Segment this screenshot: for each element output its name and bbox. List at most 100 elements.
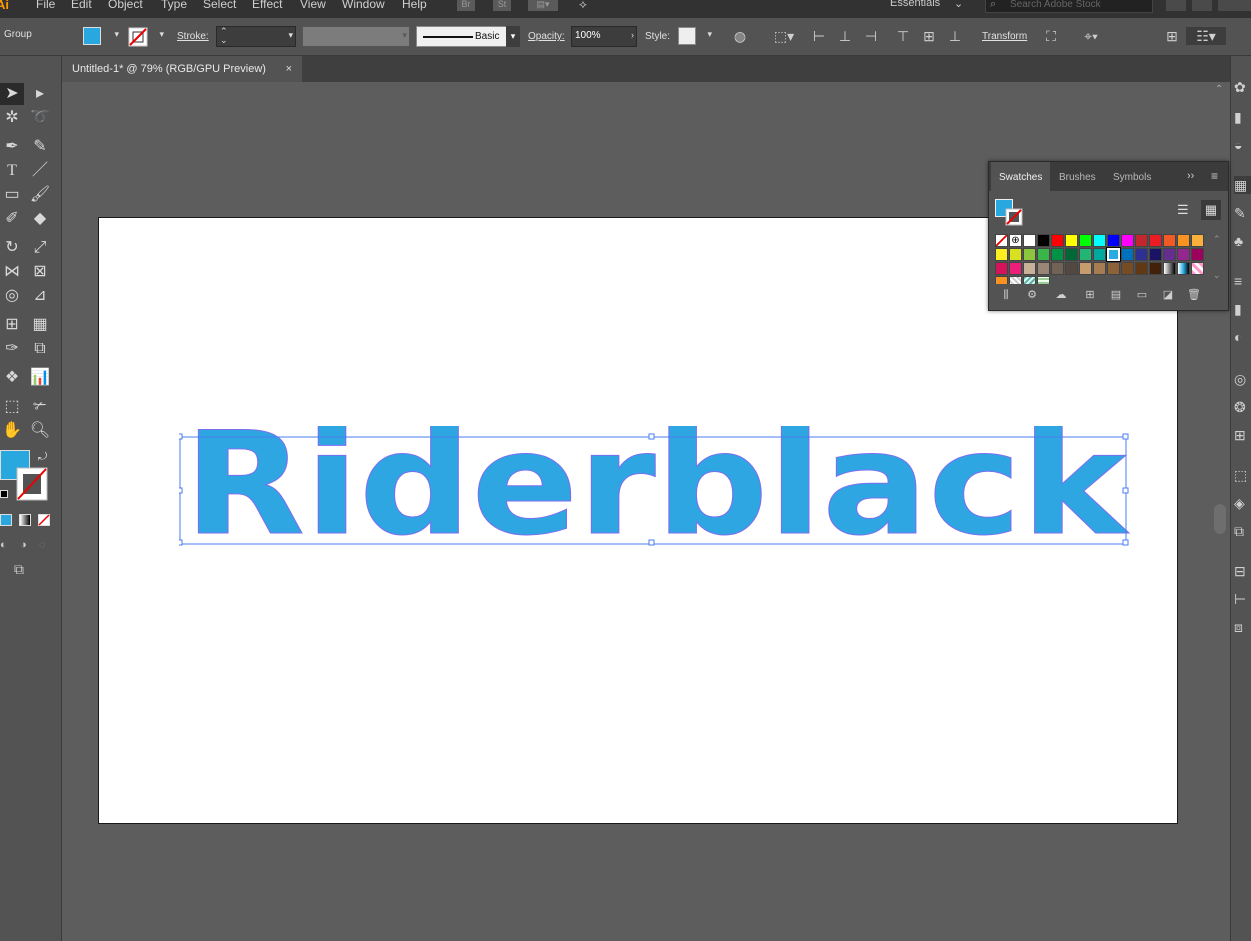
swatch-cell[interactable] xyxy=(1093,234,1106,247)
curvature-tool-icon[interactable]: ✎ xyxy=(28,136,52,158)
free-transform-tool-icon[interactable]: ⊠ xyxy=(28,261,52,283)
brush-definition-dropdown[interactable]: Basic ▾ xyxy=(416,26,520,47)
swatch-cell[interactable] xyxy=(1037,234,1050,247)
rotate-tool-icon[interactable]: ↻ xyxy=(0,237,24,259)
color-panel-icon[interactable]: ✿ xyxy=(1234,78,1251,96)
swatch-cell[interactable] xyxy=(1093,262,1106,275)
transform-panel-icon[interactable]: ⊢ xyxy=(1234,590,1251,608)
swatch-cell[interactable] xyxy=(1023,276,1036,284)
arrange-panels-icon[interactable]: ⊞ xyxy=(1163,27,1181,45)
color-guide-icon[interactable]: ▮ xyxy=(1234,108,1251,126)
handle-bottom-left[interactable] xyxy=(179,539,183,546)
swatch-kinds-icon[interactable]: ⚙ xyxy=(1025,288,1039,302)
swatch-cell[interactable] xyxy=(1163,248,1176,261)
swatch-cell[interactable] xyxy=(1051,248,1064,261)
gradient-mode-button[interactable] xyxy=(19,514,31,526)
close-tab-icon[interactable]: × xyxy=(286,56,292,82)
scrollbar-thumb[interactable] xyxy=(1214,504,1226,534)
artboard-tool-icon[interactable]: ⬚ xyxy=(0,396,24,418)
maximize-button[interactable] xyxy=(1192,0,1212,11)
swatch-cell[interactable]: ⊕ xyxy=(1009,234,1022,247)
menu-window[interactable]: Window xyxy=(342,0,385,11)
default-fill-stroke-icon[interactable] xyxy=(0,490,8,498)
swatch-cell[interactable] xyxy=(1135,262,1148,275)
gradient-panel-icon[interactable]: ▮ xyxy=(1234,300,1251,318)
rectangle-tool-icon[interactable]: ▭ xyxy=(0,184,24,206)
swatch-cell[interactable] xyxy=(1093,248,1106,261)
align-right-icon[interactable]: ⊣ xyxy=(862,27,880,45)
handle-middle-right[interactable] xyxy=(1122,487,1129,494)
graphic-styles-icon[interactable]: ❂ xyxy=(1234,398,1251,416)
tab-swatches[interactable]: Swatches xyxy=(991,162,1051,191)
workspace-switcher[interactable]: Essentials ⌄ xyxy=(890,0,968,13)
stroke-weight-stepper[interactable]: ⌃ ⌄ ▾ xyxy=(216,26,296,47)
swatch-cell[interactable] xyxy=(1149,234,1162,247)
stock-button[interactable]: St xyxy=(493,0,511,11)
brushes-panel-icon[interactable]: ✎ xyxy=(1234,204,1251,222)
swatch-scroll-up-icon[interactable]: ⌃ xyxy=(1213,234,1221,245)
swatch-cell[interactable] xyxy=(1107,234,1120,247)
draw-behind-icon[interactable]: ◑ xyxy=(20,539,27,551)
slice-tool-icon[interactable]: ✃ xyxy=(28,396,52,418)
align-to-icon[interactable]: ⬚▾ xyxy=(771,27,797,45)
menu-file[interactable]: File xyxy=(36,0,55,11)
eyedropper-tool-icon[interactable]: ✑ xyxy=(0,338,24,360)
opacity-label[interactable]: Opacity: xyxy=(528,31,565,42)
new-swatch-icon[interactable]: ◪ xyxy=(1161,288,1175,302)
swatch-cell[interactable] xyxy=(1121,234,1134,247)
swatch-cell[interactable] xyxy=(1009,262,1022,275)
close-window-button[interactable] xyxy=(1218,0,1251,11)
swatch-cell[interactable] xyxy=(1037,262,1050,275)
swatch-cell[interactable] xyxy=(1065,262,1078,275)
scale-tool-icon[interactable]: ⤢ xyxy=(28,237,52,259)
appearance-panel-icon[interactable]: ◎ xyxy=(1234,370,1251,388)
asset-export-icon[interactable]: ⧉ xyxy=(1234,522,1251,540)
scroll-up-icon[interactable]: ⌃ xyxy=(1215,84,1223,95)
gpu-performance-icon[interactable]: ⟡ xyxy=(574,0,592,11)
blend-tool-icon[interactable]: ⧉ xyxy=(28,338,52,360)
swatch-cell[interactable] xyxy=(1135,234,1148,247)
align-panel-icon[interactable]: ⊟ xyxy=(1234,562,1251,580)
shaper-tool-icon[interactable]: ✐ xyxy=(0,208,24,230)
cloud-icon[interactable]: ☁ xyxy=(1051,288,1071,302)
menu-effect[interactable]: Effect xyxy=(252,0,282,11)
handle-top-middle[interactable] xyxy=(648,433,655,440)
swatch-cell[interactable] xyxy=(1023,248,1036,261)
width-tool-icon[interactable]: ⋈ xyxy=(0,261,24,283)
column-graph-tool-icon[interactable]: 📊 xyxy=(28,367,52,389)
swatch-cell[interactable] xyxy=(1135,248,1148,261)
document-tab[interactable]: Untitled-1* @ 79% (RGB/GPU Preview) × xyxy=(62,56,302,82)
align-bottom-icon[interactable]: ⊥ xyxy=(946,27,964,45)
hand-tool-icon[interactable]: ✋ xyxy=(0,420,24,442)
fill-color-dropdown[interactable]: ▾ xyxy=(81,26,121,47)
swatch-cell[interactable] xyxy=(1065,234,1078,247)
swap-fill-stroke-icon[interactable]: ⤾ xyxy=(38,451,47,464)
none-mode-button[interactable] xyxy=(38,514,50,526)
panel-menu-icon[interactable]: ≡ xyxy=(1211,169,1218,183)
draw-normal-icon[interactable]: ◐ xyxy=(0,539,7,551)
opacity-field[interactable]: 100% › xyxy=(571,26,637,47)
swatch-cell[interactable] xyxy=(1163,262,1176,275)
collapse-panel-icon[interactable]: ›› xyxy=(1187,170,1194,182)
swatch-cell[interactable] xyxy=(995,262,1008,275)
artboards-panel-icon[interactable]: ⬚ xyxy=(1234,466,1251,484)
handle-middle-left[interactable] xyxy=(179,487,183,494)
isolate-group-icon[interactable]: ⛶ xyxy=(1042,27,1060,45)
swatch-cell[interactable] xyxy=(1023,262,1036,275)
paintbrush-tool-icon[interactable]: 🖌 xyxy=(28,184,52,206)
align-top-icon[interactable]: ⊤ xyxy=(894,27,912,45)
puppet-warp-icon[interactable]: ⌖▾ xyxy=(1074,27,1108,45)
swatch-cell[interactable] xyxy=(1177,248,1190,261)
swatch-cell[interactable] xyxy=(1106,247,1121,262)
swatch-cell[interactable] xyxy=(995,248,1008,261)
delete-swatch-icon[interactable]: 🗑︎ xyxy=(1187,288,1201,302)
tab-symbols[interactable]: Symbols xyxy=(1105,162,1159,191)
direct-selection-tool-icon[interactable]: ▸ xyxy=(28,83,52,105)
swatch-stroke-preview[interactable] xyxy=(1005,208,1023,226)
libraries-icon[interactable]: ◒ xyxy=(1234,136,1251,154)
tab-brushes[interactable]: Brushes xyxy=(1051,162,1104,191)
magic-wand-tool-icon[interactable]: ✲ xyxy=(0,107,24,129)
swatches-panel-icon[interactable]: ▦ xyxy=(1234,176,1251,194)
arrange-documents-icon[interactable]: ▤▾ xyxy=(528,0,558,11)
recolor-artwork-icon[interactable]: ◍ xyxy=(731,27,749,45)
